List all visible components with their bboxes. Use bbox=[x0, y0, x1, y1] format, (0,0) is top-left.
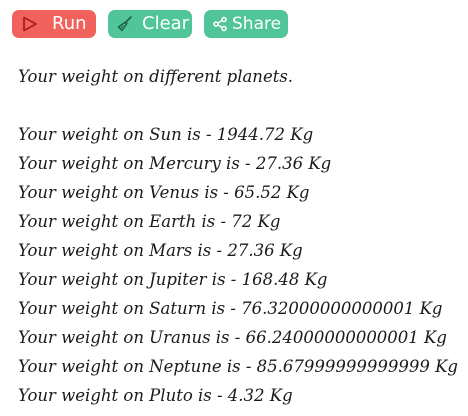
output-line: Your weight on Saturn is - 76.3200000000… bbox=[18, 299, 443, 318]
output-line: Your weight on Sun is - 1944.72 Kg bbox=[18, 125, 314, 144]
output-line: Your weight on Mercury is - 27.36 Kg bbox=[18, 154, 332, 173]
output-line: Your weight on Jupiter is - 168.48 Kg bbox=[18, 270, 328, 289]
share-icon bbox=[212, 16, 228, 32]
output-line: Your weight on Pluto is - 4.32 Kg bbox=[18, 386, 293, 405]
share-button-label: Share bbox=[232, 14, 282, 34]
output-line: Your weight on Uranus is - 66.2400000000… bbox=[18, 328, 447, 347]
output-line: Your weight on Earth is - 72 Kg bbox=[18, 212, 281, 231]
output-line: Your weight on Mars is - 27.36 Kg bbox=[18, 241, 303, 260]
broom-icon bbox=[116, 15, 134, 33]
run-button-label: Run bbox=[52, 13, 87, 34]
output-heading: Your weight on different planets. bbox=[18, 67, 294, 86]
code-runner-page: Run Clear Share Your weight on different… bbox=[0, 0, 468, 416]
clear-button[interactable]: Clear bbox=[108, 10, 192, 38]
share-button[interactable]: Share bbox=[204, 10, 288, 38]
clear-button-label: Clear bbox=[142, 13, 190, 34]
output-panel: Your weight on different planets. Your w… bbox=[18, 62, 462, 410]
toolbar: Run Clear Share bbox=[12, 10, 288, 38]
run-button[interactable]: Run bbox=[12, 10, 96, 38]
output-line: Your weight on Neptune is - 85.679999999… bbox=[18, 357, 458, 376]
output-line: Your weight on Venus is - 65.52 Kg bbox=[18, 183, 310, 202]
play-icon bbox=[22, 16, 38, 32]
